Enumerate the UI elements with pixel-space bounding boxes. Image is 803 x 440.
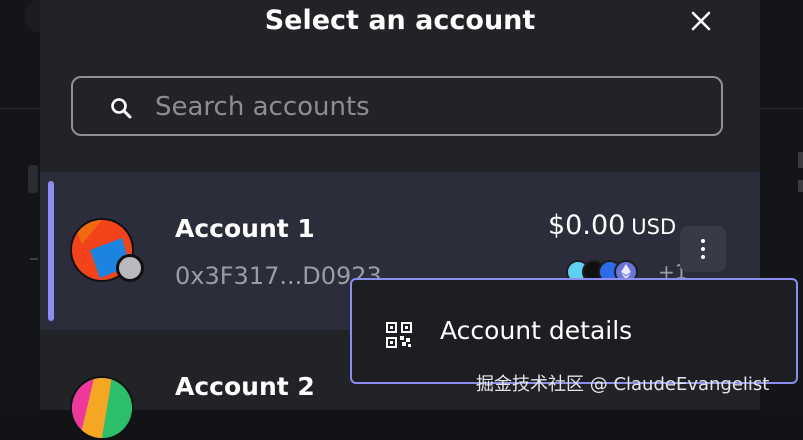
search-box[interactable] <box>71 76 723 136</box>
background-left-panel <box>0 0 52 410</box>
background-glyph <box>30 258 38 260</box>
account-details-label: Account details <box>440 316 633 345</box>
watermark: 掘金技术社区 @ ClaudeEvangelist <box>476 374 770 395</box>
background-glyph <box>798 180 803 192</box>
network-badge-icon <box>116 254 144 282</box>
background-divider <box>760 108 803 109</box>
close-icon <box>691 11 711 31</box>
account-options-menu: Account details <box>350 278 798 384</box>
account-name: Account 1 <box>175 214 315 243</box>
background-divider <box>0 108 40 109</box>
close-button[interactable] <box>688 8 714 34</box>
account-options-button[interactable] <box>680 226 726 272</box>
background-glyph <box>798 152 803 168</box>
modal-title: Select an account <box>264 5 536 36</box>
search-icon <box>111 98 132 119</box>
balance-amount: $0.00 <box>548 210 626 241</box>
avatar <box>70 376 134 440</box>
selected-indicator <box>48 181 54 321</box>
search-input[interactable] <box>153 78 717 136</box>
account-balance: $0.00 USD <box>548 210 676 241</box>
account-name: Account 2 <box>175 372 315 401</box>
background-glyph <box>28 165 38 193</box>
qr-code-icon <box>386 322 412 348</box>
balance-currency: USD <box>631 215 677 239</box>
